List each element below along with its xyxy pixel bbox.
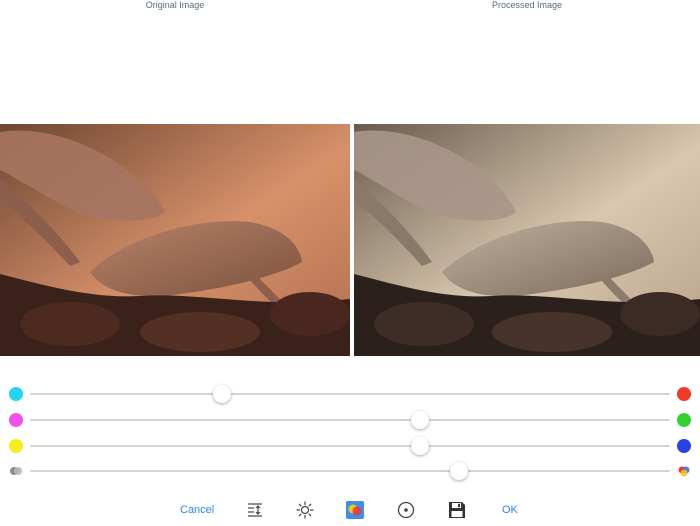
cyan-red-slider[interactable] — [0, 384, 700, 404]
slider-track[interactable] — [30, 470, 670, 472]
cancel-button[interactable]: Cancel — [180, 504, 214, 516]
slider-thumb[interactable] — [411, 411, 430, 429]
target-icon[interactable] — [396, 500, 416, 520]
blue-dot-icon — [677, 439, 691, 453]
save-icon[interactable] — [447, 500, 467, 520]
color-circles-icon — [678, 466, 690, 477]
ok-button[interactable]: OK — [502, 504, 518, 516]
gray-circles-icon — [10, 467, 22, 475]
yellow-dot-icon — [9, 439, 23, 453]
slider-thumb[interactable] — [449, 462, 468, 480]
color-balance-icon[interactable] — [345, 500, 365, 520]
original-image — [0, 124, 350, 356]
bottom-toolbar: Cancel OK — [0, 498, 700, 526]
magenta-dot-icon — [9, 413, 23, 427]
original-image-label: Original Image — [145, 0, 205, 10]
slider-track[interactable] — [30, 393, 670, 395]
slider-thumb[interactable] — [411, 437, 430, 455]
magenta-green-slider[interactable] — [0, 410, 700, 430]
red-dot-icon — [677, 387, 691, 401]
green-dot-icon — [677, 413, 691, 427]
saturation-slider[interactable] — [0, 461, 700, 481]
yellow-blue-slider[interactable] — [0, 436, 700, 456]
slider-thumb[interactable] — [213, 385, 231, 403]
processed-image-label: Processed Image — [491, 0, 563, 10]
levels-icon[interactable] — [245, 500, 265, 520]
cyan-dot-icon — [9, 387, 23, 401]
slider-track[interactable] — [30, 445, 670, 447]
processed-image — [354, 124, 700, 356]
slider-track[interactable] — [30, 419, 670, 421]
brightness-icon[interactable] — [295, 500, 315, 520]
